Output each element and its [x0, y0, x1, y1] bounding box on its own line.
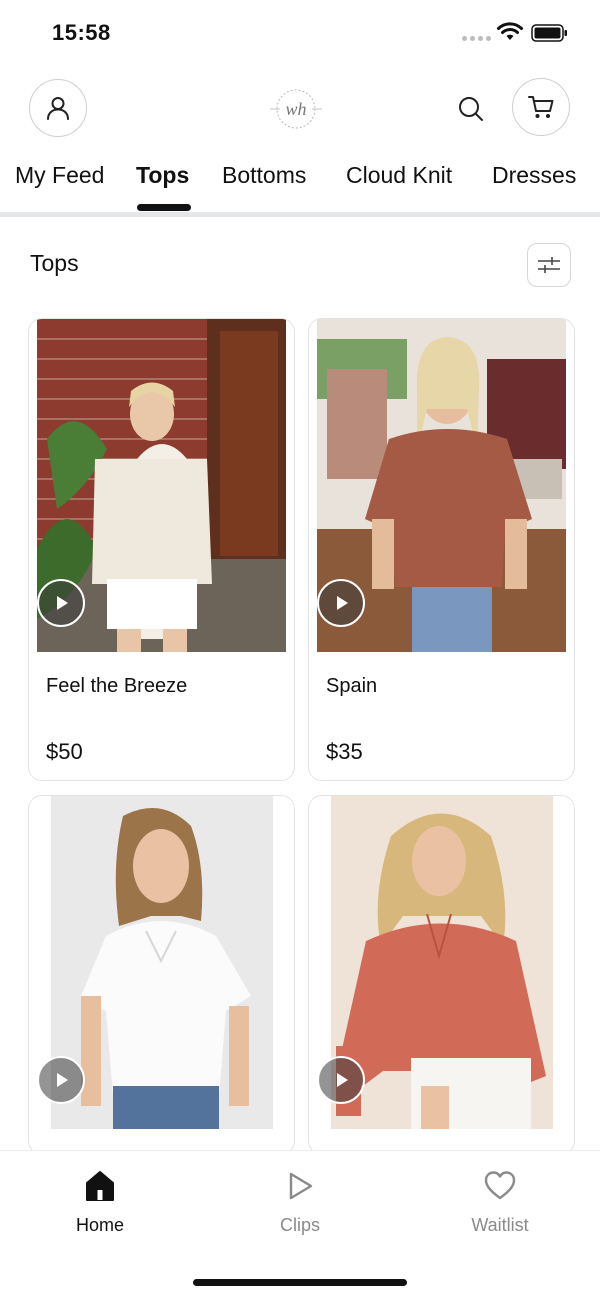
play-icon [57, 1073, 68, 1087]
play-video-button[interactable] [37, 579, 85, 627]
status-time: 15:58 [52, 20, 111, 45]
section-title: Tops [30, 250, 79, 276]
tab-cloud-knit[interactable]: Cloud Knit [346, 162, 452, 189]
nav-clips[interactable]: Clips [240, 1169, 360, 1236]
cart-button[interactable] [512, 78, 570, 136]
tab-my-feed[interactable]: My Feed [15, 162, 104, 189]
cellular-signal-icon [462, 36, 491, 41]
category-tabs: My Feed Tops Bottoms Cloud Knit Dresses [0, 154, 600, 218]
play-outline-icon [289, 1172, 313, 1200]
active-tab-indicator [137, 204, 191, 211]
heart-icon [484, 1171, 516, 1200]
play-icon [337, 1073, 348, 1087]
logo-text: wh [285, 99, 306, 119]
sliders-icon [538, 257, 560, 273]
bottom-navigation: Home Clips Waitlist [0, 1150, 600, 1299]
account-button[interactable] [29, 79, 87, 137]
nav-clips-label: Clips [279, 1215, 320, 1235]
product-card[interactable]: Feel the Breeze $50 [28, 318, 295, 781]
wifi-icon [497, 22, 523, 40]
tab-tops[interactable]: Tops [136, 162, 189, 189]
battery-icon [531, 24, 567, 42]
brand-logo[interactable]: wh [268, 84, 324, 134]
home-indicator [193, 1279, 407, 1286]
play-video-button[interactable] [317, 1056, 365, 1104]
status-bar: 15:58 [0, 0, 600, 62]
product-price: $50 [46, 739, 83, 764]
tabs-divider [0, 212, 600, 217]
product-name[interactable]: Feel the Breeze [46, 675, 187, 698]
product-card[interactable] [28, 795, 295, 1155]
person-icon [47, 97, 69, 120]
nav-waitlist-label: Waitlist [471, 1215, 529, 1235]
product-card[interactable]: Spain $35 [308, 318, 575, 781]
nav-home-label: Home [75, 1215, 124, 1235]
product-name[interactable]: Spain [326, 675, 377, 698]
tab-dresses[interactable]: Dresses [492, 162, 576, 189]
home-icon [86, 1171, 114, 1201]
cart-icon [528, 96, 554, 118]
play-icon [337, 596, 348, 610]
nav-waitlist[interactable]: Waitlist [440, 1169, 560, 1236]
play-video-button[interactable] [37, 1056, 85, 1104]
app-header: wh [0, 62, 600, 154]
search-icon[interactable] [456, 94, 486, 124]
product-card[interactable] [308, 795, 575, 1155]
filter-button[interactable] [527, 243, 571, 287]
nav-home[interactable]: Home [40, 1169, 160, 1236]
play-video-button[interactable] [317, 579, 365, 627]
tab-bottoms[interactable]: Bottoms [222, 162, 306, 189]
product-price: $35 [326, 739, 363, 764]
play-icon [57, 596, 68, 610]
